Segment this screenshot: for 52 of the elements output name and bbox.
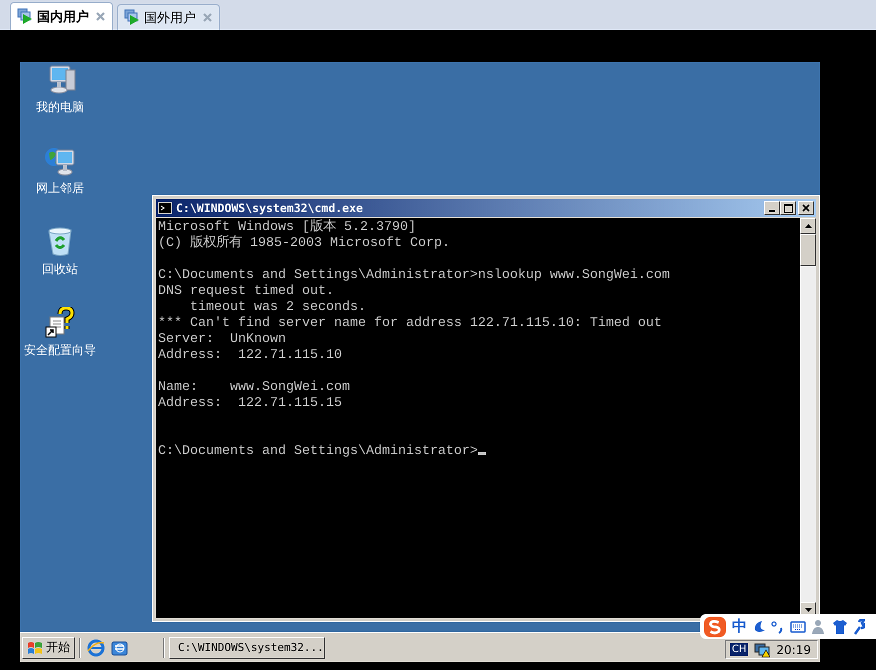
help-document-icon (44, 307, 76, 339)
windows-logo-icon (27, 640, 43, 654)
console-line: Name: www.SongWei.com (158, 380, 350, 395)
window-title: C:\WINDOWS\system32\cmd.exe (176, 201, 363, 215)
taskbar-button[interactable]: C:\WINDOWS\system32... (169, 636, 325, 658)
console-line: timeout was 2 seconds. (188, 300, 366, 315)
email-icon[interactable] (111, 638, 129, 656)
keyboard-icon[interactable] (790, 620, 806, 632)
console-line: Server: UnKnown (158, 332, 286, 347)
console-line: Address: 122.71.115.15 (158, 396, 342, 411)
input-mode-toggle[interactable]: 中 (732, 617, 747, 636)
network-warning-icon[interactable] (754, 642, 770, 658)
shortcut-label: 安全配置向导 (24, 342, 96, 359)
punctuation-icon[interactable] (771, 620, 785, 634)
network-computer-icon (44, 145, 76, 177)
input-method-logo-icon[interactable] (703, 616, 727, 638)
shortcut-label: 网上邻居 (36, 180, 84, 197)
minimize-button[interactable] (764, 201, 780, 215)
tab-label: 国外用户 (144, 10, 196, 26)
console-line: Address: 122.71.115.10 (158, 348, 342, 363)
close-icon (802, 204, 810, 212)
maximize-button[interactable] (780, 201, 796, 215)
moon-icon[interactable] (752, 620, 766, 634)
tab-label: 国内用户 (37, 8, 89, 26)
maximize-icon (784, 204, 792, 212)
clock: 20:19 (776, 642, 811, 656)
console-line: *** Can't find server name for address 122.71.115.10: Timed out (158, 316, 662, 331)
console-line: C:\Documents and Settings\Administrator> (158, 444, 478, 459)
console-icon (158, 202, 172, 214)
text-cursor (478, 452, 486, 455)
scroll-thumb[interactable] (800, 234, 816, 266)
console-line: DNS request timed out. (158, 284, 334, 299)
close-button[interactable] (798, 201, 814, 215)
up-arrow-icon[interactable] (804, 224, 812, 228)
session-tab[interactable]: 国内用户 (10, 2, 113, 30)
session-icon (124, 9, 140, 26)
desktop-shortcut[interactable]: 安全配置向导 (20, 307, 100, 371)
shortcut-label: 回收站 (42, 261, 78, 278)
browser-icon[interactable] (87, 638, 105, 656)
shortcut-label: 我的电脑 (36, 99, 84, 116)
start-button[interactable]: 开始 (22, 636, 75, 658)
desktop-shortcut[interactable]: 我的电脑 (20, 64, 100, 128)
console-line: Microsoft Windows [版本 5.2.3790] (158, 220, 416, 235)
console-line: (C) 版权所有 1985-2003 Microsoft Corp. (158, 236, 450, 251)
session-icon (17, 8, 33, 25)
desktop-shortcut[interactable]: 网上邻居 (20, 145, 100, 209)
language-indicator[interactable]: CH (730, 643, 748, 656)
desktop-shortcut[interactable]: 回收站 (20, 226, 100, 290)
console-line: C:\Documents and Settings\Administrator>nslookup www.SongWei.com (158, 268, 670, 283)
down-arrow-icon[interactable] (804, 608, 812, 612)
session-tab[interactable]: 国外用户 (117, 4, 220, 30)
shirt-icon[interactable] (832, 618, 848, 634)
